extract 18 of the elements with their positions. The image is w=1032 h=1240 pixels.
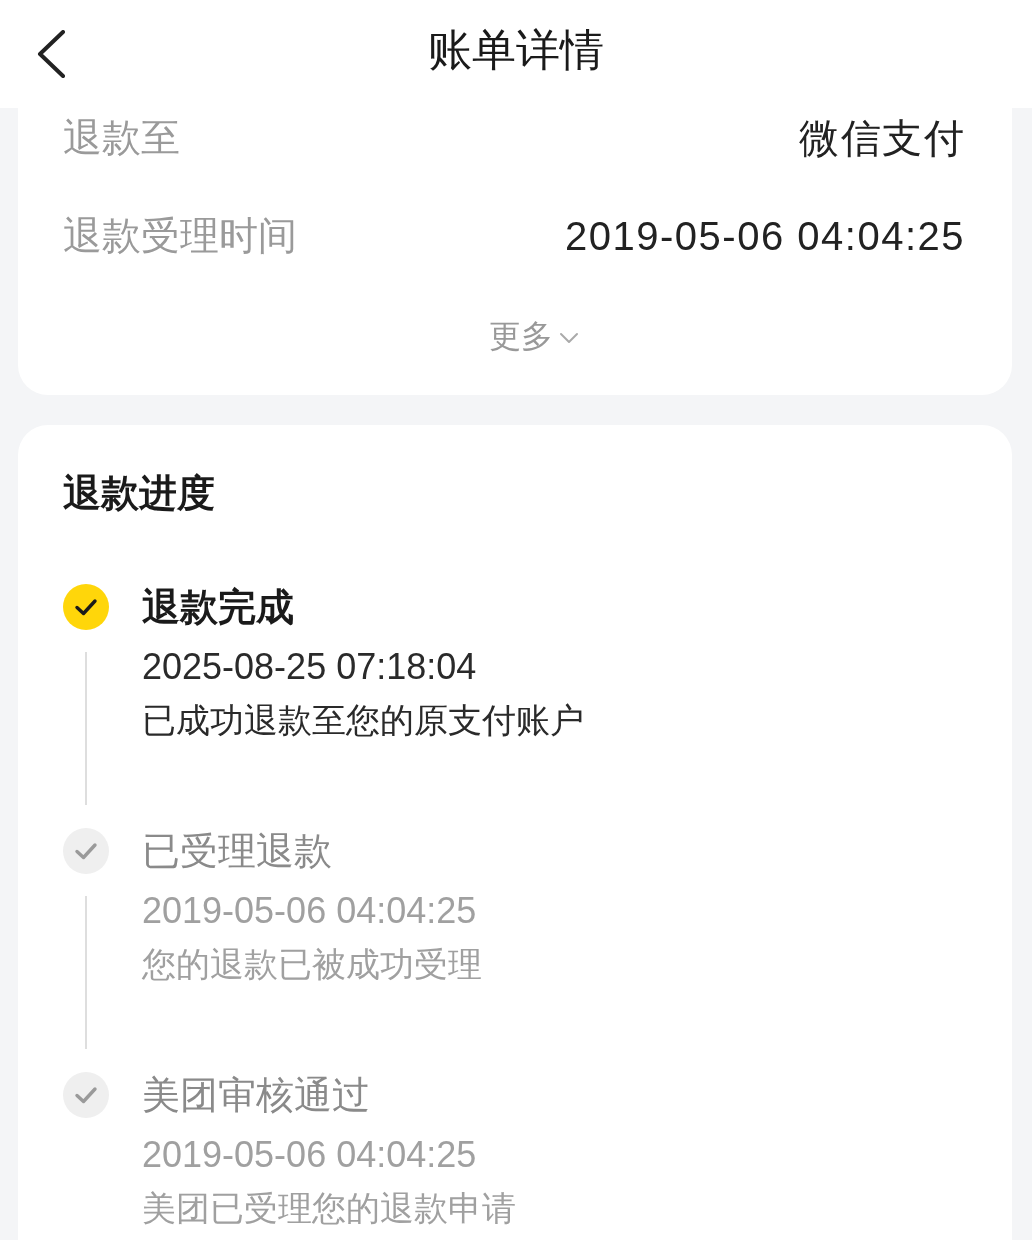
step-description: 您的退款已被成功受理	[142, 944, 482, 985]
detail-label: 退款受理时间	[63, 213, 297, 259]
step-description: 美团已受理您的退款申请	[142, 1188, 516, 1229]
step-title: 已受理退款	[142, 829, 333, 874]
step-title: 退款完成	[142, 585, 295, 630]
detail-value: 微信支付	[799, 115, 965, 162]
section-title: 退款进度	[63, 471, 216, 516]
step-time: 2019-05-06 04:04:25	[142, 1133, 478, 1177]
chevron-left-icon	[36, 30, 66, 78]
page-title: 账单详情	[428, 24, 604, 76]
more-link[interactable]: 更多	[489, 306, 579, 366]
step-title: 美团审核通过	[142, 1073, 371, 1118]
detail-label: 退款至	[63, 115, 180, 161]
step-description: 已成功退款至您的原支付账户	[142, 700, 584, 741]
back-button[interactable]	[36, 30, 66, 78]
step-time: 2019-05-06 04:04:25	[142, 889, 478, 933]
step-time: 2025-08-25 07:18:04	[142, 645, 478, 689]
detail-value: 2019-05-06 04:04:25	[565, 213, 965, 260]
